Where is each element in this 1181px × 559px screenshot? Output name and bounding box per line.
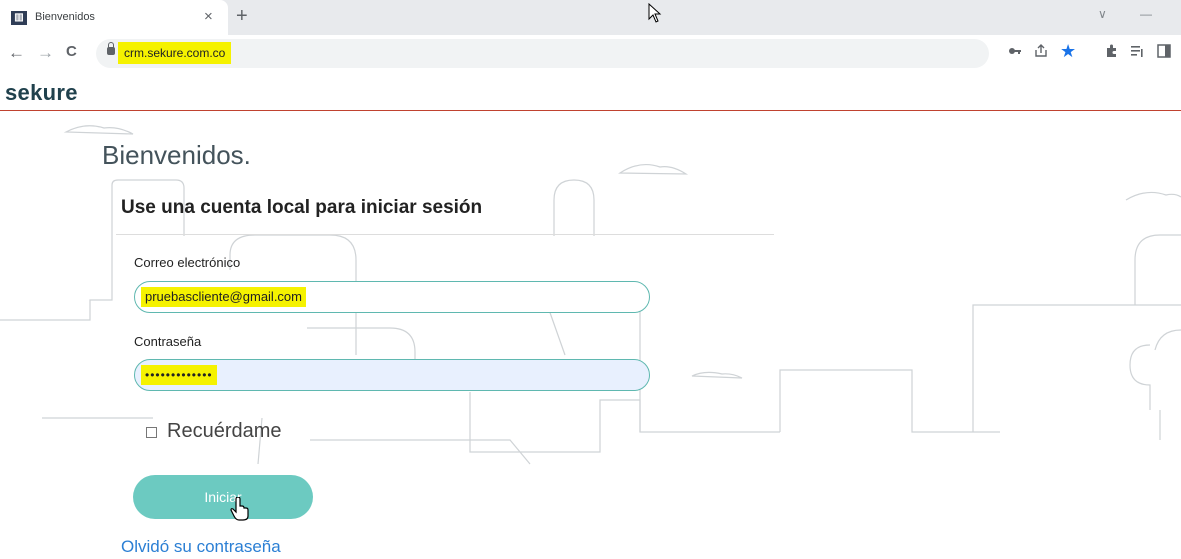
extensions-icon[interactable] (1104, 44, 1118, 61)
tab-title: Bienvenidos (35, 11, 95, 23)
side-panel-icon[interactable] (1157, 44, 1171, 61)
page-title: Bienvenidos. (102, 140, 251, 170)
password-value: ••••••••••••• (141, 365, 217, 385)
favicon-icon: ▥ (11, 11, 27, 25)
close-icon[interactable]: × (204, 8, 213, 25)
site-header: sekure (0, 73, 1181, 111)
password-label: Contraseña (134, 334, 202, 349)
star-icon[interactable]: ★ (1060, 41, 1076, 62)
share-icon[interactable] (1034, 44, 1048, 61)
forward-button[interactable]: → (37, 43, 54, 63)
remember-checkbox[interactable] (146, 427, 157, 438)
hand-cursor-icon (230, 496, 250, 527)
minimize-button[interactable]: — (1140, 7, 1152, 21)
new-tab-button[interactable]: + (236, 5, 248, 28)
email-value: pruebascliente@gmail.com (141, 287, 306, 307)
remember-label[interactable]: Recuérdame (167, 420, 282, 443)
reading-list-icon[interactable] (1130, 44, 1144, 61)
sekure-logo[interactable]: sekure (5, 80, 78, 106)
lock-icon[interactable] (107, 42, 115, 55)
browser-tab[interactable]: ▥ Bienvenidos × (0, 0, 228, 35)
form-subtitle: Use una cuenta local para iniciar sesión (121, 197, 483, 218)
forgot-password-link[interactable]: Olvidó su contraseña (121, 537, 281, 557)
email-field[interactable]: pruebascliente@gmail.com (134, 281, 650, 313)
tab-strip: ▥ Bienvenidos × + ∨ — (0, 0, 1181, 35)
address-bar[interactable]: crm.sekure.com.co (96, 39, 989, 68)
email-label: Correo electrónico (134, 255, 241, 270)
password-field[interactable]: ••••••••••••• (134, 359, 650, 391)
browser-toolbar: ← → C crm.sekure.com.co ★ (0, 35, 1181, 73)
arrow-cursor-icon (648, 2, 662, 28)
key-icon[interactable] (1008, 44, 1022, 61)
back-button[interactable]: ← (8, 43, 25, 63)
form-divider (116, 234, 774, 235)
login-button[interactable]: Iniciar (133, 475, 313, 519)
reload-button[interactable]: C (66, 43, 77, 60)
url-text: crm.sekure.com.co (118, 42, 232, 64)
chevron-down-icon[interactable]: ∨ (1098, 7, 1107, 21)
